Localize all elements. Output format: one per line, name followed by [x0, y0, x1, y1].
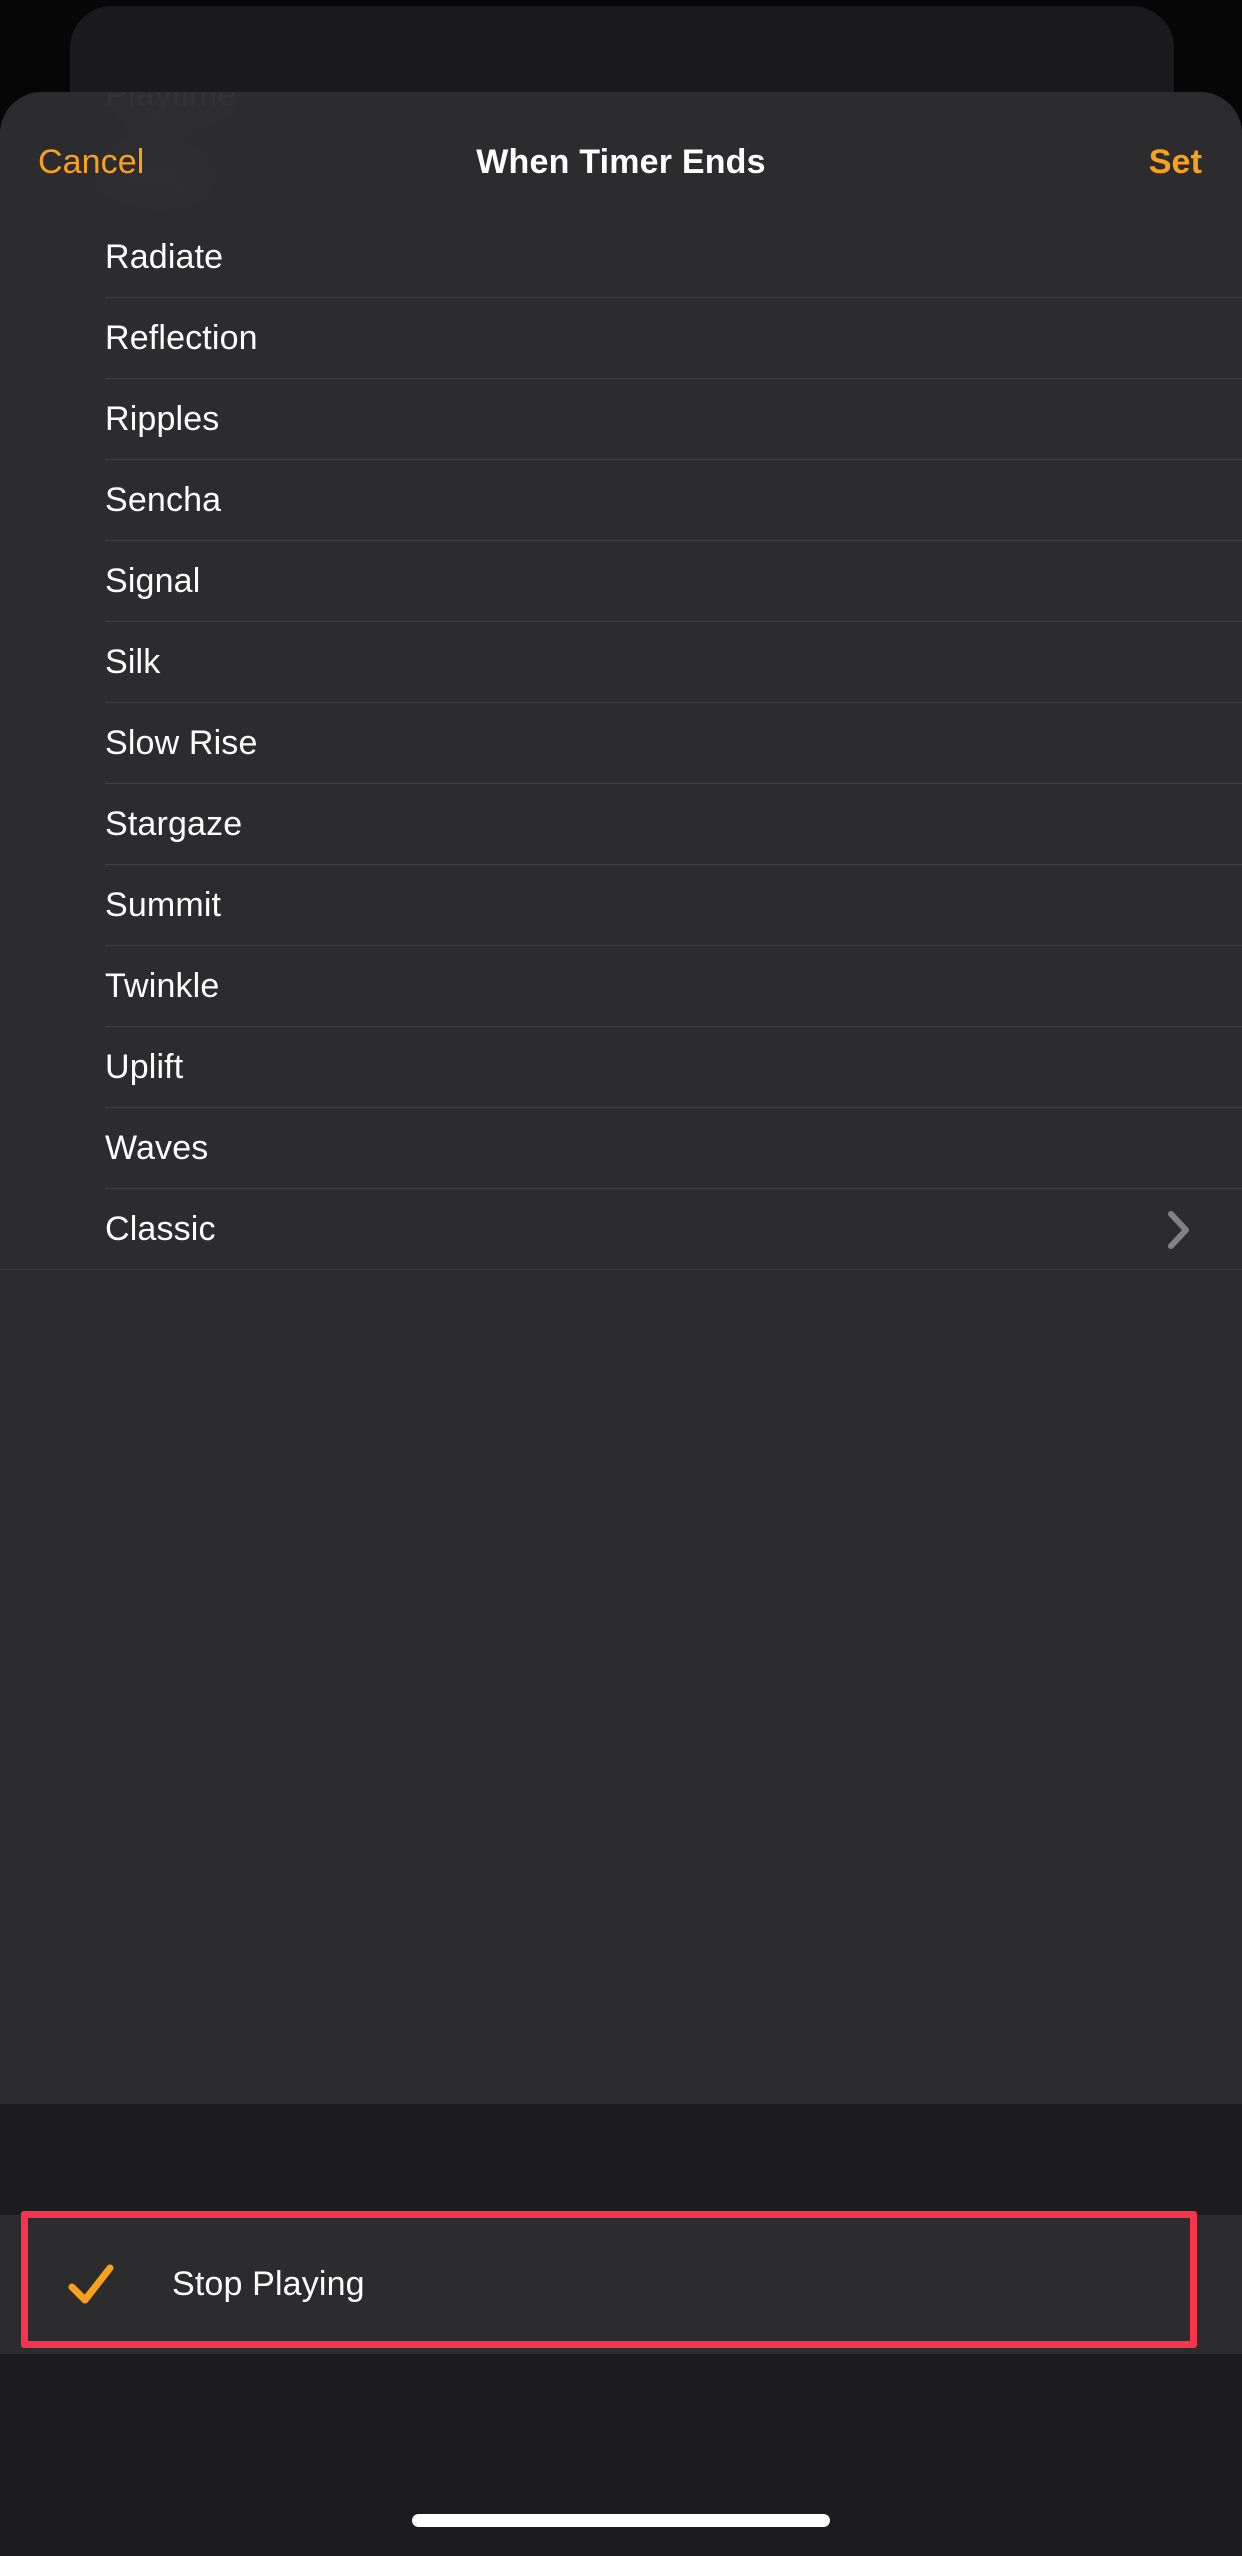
stop-playing-section: Stop Playing: [0, 2215, 1242, 2354]
phone-screen: PlaytimePrestoRadiateReflectionRipplesSe…: [0, 0, 1242, 2556]
list-item-label: Signal: [105, 562, 201, 600]
list-item[interactable]: Sencha: [0, 460, 1242, 541]
section-gap: [0, 2104, 1242, 2215]
stop-playing-row[interactable]: Stop Playing: [0, 2215, 1242, 2354]
list-item-label: Silk: [105, 643, 161, 681]
set-button[interactable]: Set: [1149, 142, 1202, 182]
list-item[interactable]: Silk: [0, 622, 1242, 703]
list-item[interactable]: Reflection: [0, 298, 1242, 379]
list-item[interactable]: Ripples: [0, 379, 1242, 460]
sound-list-scroll-area[interactable]: PlaytimePrestoRadiateReflectionRipplesSe…: [0, 92, 1242, 2104]
list-item[interactable]: Classic: [0, 1189, 1242, 1270]
list-item[interactable]: Slow Rise: [0, 703, 1242, 784]
list-item-label: Stargaze: [105, 805, 243, 843]
list-item-label: Waves: [105, 1129, 209, 1167]
checkmark-icon: [68, 2262, 114, 2308]
list-item-label: Reflection: [105, 319, 258, 357]
list-item[interactable]: Summit: [0, 865, 1242, 946]
list-item[interactable]: Uplift: [0, 1027, 1242, 1108]
list-separator: [0, 1269, 1242, 1270]
list-item-label: Classic: [105, 1210, 216, 1248]
list-item-label: Summit: [105, 886, 222, 924]
list-item-label: Uplift: [105, 1048, 184, 1086]
list-item-label: Ripples: [105, 400, 220, 438]
list-item[interactable]: Stargaze: [0, 784, 1242, 865]
chevron-right-icon: [1168, 1210, 1190, 1249]
navigation-bar: Cancel When Timer Ends Set: [0, 92, 1242, 231]
list-item[interactable]: Twinkle: [0, 946, 1242, 1027]
when-timer-ends-sheet: PlaytimePrestoRadiateReflectionRipplesSe…: [0, 92, 1242, 2556]
list-item[interactable]: Waves: [0, 1108, 1242, 1189]
stop-playing-label: Stop Playing: [172, 2265, 365, 2303]
page-title: When Timer Ends: [476, 143, 766, 181]
list-item[interactable]: Signal: [0, 541, 1242, 622]
list-item-label: Sencha: [105, 481, 222, 519]
list-item-label: Twinkle: [105, 967, 220, 1005]
sound-list: PlaytimePrestoRadiateReflectionRipplesSe…: [0, 92, 1242, 1270]
list-item-label: Slow Rise: [105, 724, 258, 762]
home-indicator[interactable]: [412, 2514, 830, 2527]
